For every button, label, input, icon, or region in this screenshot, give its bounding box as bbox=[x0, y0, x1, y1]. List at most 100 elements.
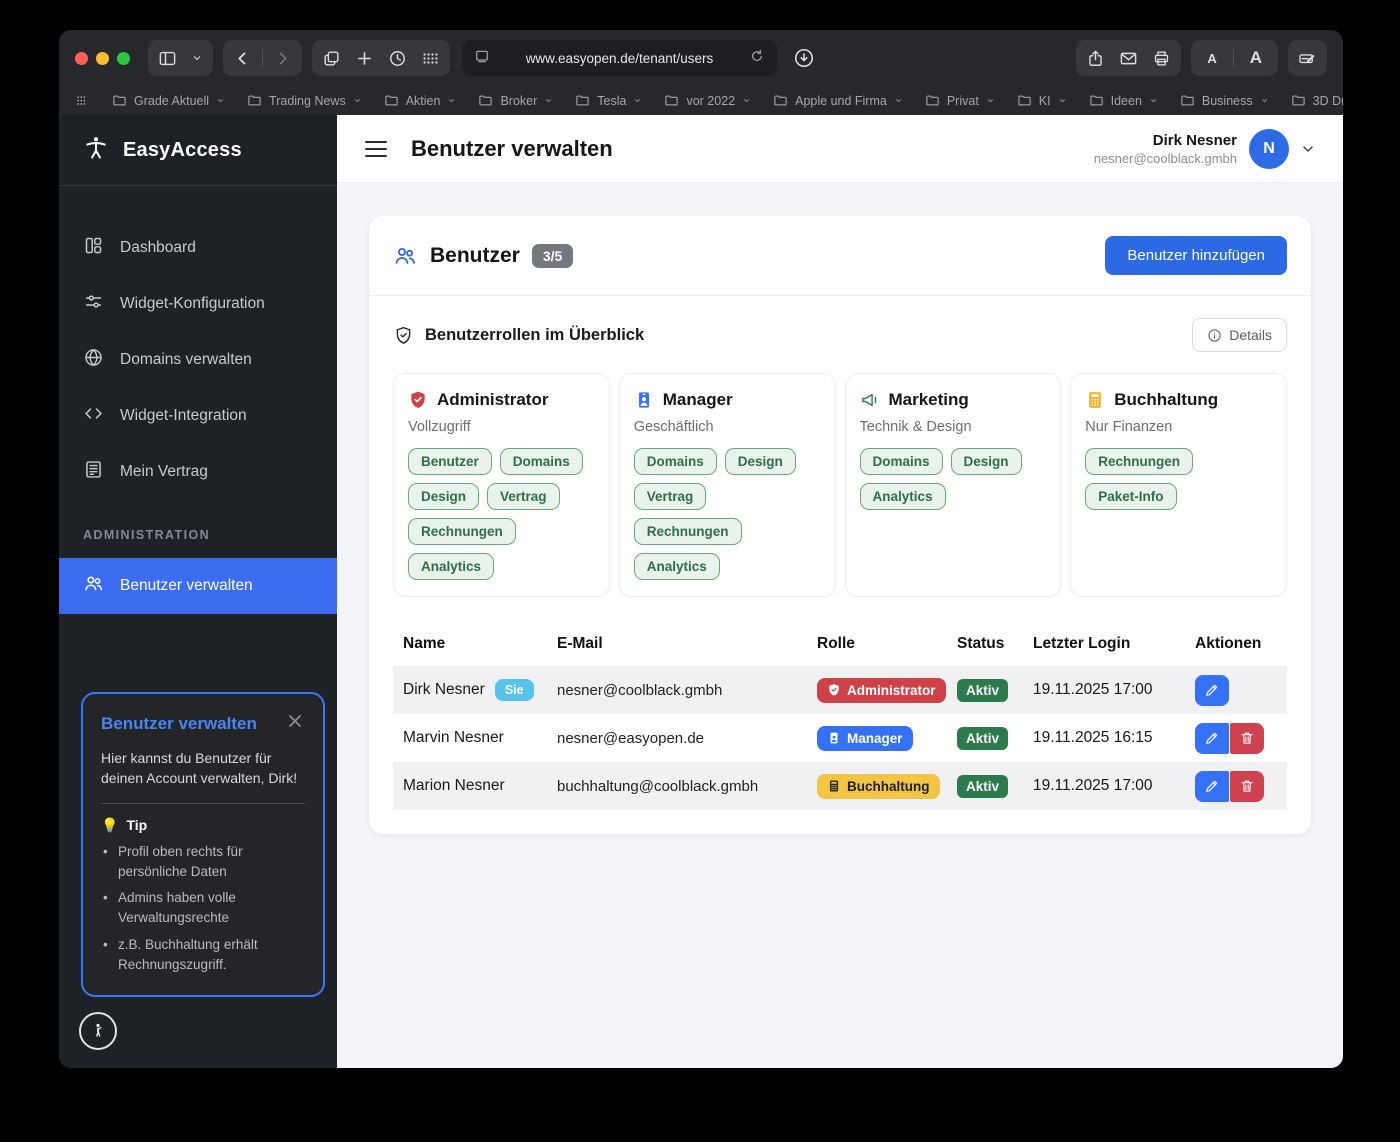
role-card-administrator: Administrator Vollzugriff Benutzer Domai… bbox=[393, 373, 610, 597]
sidebar-item-widget-integration[interactable]: Widget-Integration bbox=[59, 388, 337, 444]
permission-tag: Design bbox=[725, 448, 796, 475]
sie-badge: Sie bbox=[495, 679, 534, 701]
pencil-icon bbox=[1204, 682, 1220, 698]
bookmark-folder[interactable]: Broker bbox=[478, 93, 553, 108]
chevron-down-icon[interactable] bbox=[191, 52, 203, 64]
traffic-lights bbox=[75, 52, 130, 65]
calculator-icon bbox=[1085, 390, 1105, 410]
brand-name: EasyAccess bbox=[123, 139, 242, 162]
print-icon[interactable] bbox=[1152, 49, 1171, 68]
bookmarks-bar: Grade Aktuell Trading News Aktien Broker… bbox=[59, 86, 1343, 115]
role-badge-administrator: Administrator bbox=[817, 678, 946, 703]
browser-toolbar: www.easyopen.de/tenant/users A A bbox=[59, 30, 1343, 86]
user-email: buchhaltung@coolblack.gmbh bbox=[557, 778, 817, 795]
mail-icon[interactable] bbox=[1119, 49, 1138, 68]
page-content: Benutzer 3/5 Benutzer hinzufügen Benutze… bbox=[337, 183, 1343, 1068]
downloads-button[interactable] bbox=[787, 41, 821, 75]
add-user-button[interactable]: Benutzer hinzufügen bbox=[1105, 236, 1287, 275]
address-bar[interactable]: www.easyopen.de/tenant/users bbox=[462, 40, 777, 76]
role-badge-buchhaltung: Buchhaltung bbox=[817, 774, 940, 799]
tabs-tools-group bbox=[312, 40, 450, 76]
id-badge-icon bbox=[827, 731, 841, 745]
details-button[interactable]: Details bbox=[1192, 318, 1287, 352]
bookmark-folder[interactable]: Privat bbox=[925, 93, 995, 108]
tip-label: Tip bbox=[126, 817, 147, 833]
edit-user-button[interactable] bbox=[1195, 771, 1229, 802]
chevron-down-icon bbox=[1301, 142, 1315, 156]
sidebar-item-widget-konfiguration[interactable]: Widget-Konfiguration bbox=[59, 276, 337, 332]
status-badge: Aktiv bbox=[957, 775, 1008, 798]
reload-icon[interactable] bbox=[749, 48, 765, 69]
decrease-text-button[interactable]: A bbox=[1201, 51, 1222, 66]
permission-tag: Domains bbox=[634, 448, 717, 475]
user-email: nesner@coolblack.gmbh bbox=[557, 682, 817, 699]
divider bbox=[1233, 49, 1234, 67]
bookmark-folder[interactable]: Trading News bbox=[247, 93, 362, 108]
bookmark-folder[interactable]: vor 2022 bbox=[664, 93, 751, 108]
permission-tag: Rechnungen bbox=[1085, 448, 1193, 475]
user-menu[interactable]: Dirk Nesner nesner@coolblack.gmbh N bbox=[1094, 129, 1315, 169]
last-login: 19.11.2025 17:00 bbox=[1033, 681, 1195, 699]
delete-user-button[interactable] bbox=[1230, 771, 1264, 802]
bookmark-folder[interactable]: Ideen bbox=[1089, 93, 1158, 108]
forward-icon[interactable] bbox=[273, 49, 292, 68]
share-icon[interactable] bbox=[1086, 49, 1105, 68]
bookmark-folder[interactable]: Tesla bbox=[575, 93, 642, 108]
status-badge: Aktiv bbox=[957, 727, 1008, 750]
history-nav-group bbox=[223, 40, 302, 76]
increase-text-button[interactable]: A bbox=[1244, 48, 1268, 68]
compose-group bbox=[1288, 40, 1327, 76]
permission-tag: Analytics bbox=[860, 483, 946, 510]
sidebar-toggle-icon[interactable] bbox=[158, 49, 177, 68]
bookmark-folder[interactable]: Apple und Firma bbox=[773, 93, 903, 108]
permission-tag: Analytics bbox=[408, 553, 494, 580]
reader-icon[interactable] bbox=[474, 48, 490, 69]
url-text[interactable]: www.easyopen.de/tenant/users bbox=[500, 51, 739, 66]
edit-user-button[interactable] bbox=[1195, 723, 1229, 754]
calculator-icon bbox=[827, 779, 841, 793]
avatar[interactable]: N bbox=[1249, 129, 1289, 169]
users-table: Name E-Mail Rolle Status Letzter Login A… bbox=[369, 619, 1311, 834]
users-icon bbox=[393, 244, 417, 268]
bookmark-folder[interactable]: KI bbox=[1017, 93, 1067, 108]
sidebar-item-dashboard[interactable]: Dashboard bbox=[59, 220, 337, 276]
sidebar-section-administration: ADMINISTRATION bbox=[59, 528, 337, 558]
roles-title: Benutzerrollen im Überblick bbox=[425, 326, 644, 345]
card-title: Benutzer bbox=[430, 244, 520, 268]
table-header: Name E-Mail Rolle Status Letzter Login A… bbox=[393, 623, 1287, 666]
users-icon bbox=[83, 573, 104, 599]
history-clock-icon[interactable] bbox=[388, 49, 407, 68]
tab-overview-icon[interactable] bbox=[421, 49, 440, 68]
minimize-window-button[interactable] bbox=[96, 52, 109, 65]
copy-tabs-icon[interactable] bbox=[322, 49, 341, 68]
users-card: Benutzer 3/5 Benutzer hinzufügen Benutze… bbox=[369, 216, 1311, 834]
menu-icon[interactable] bbox=[365, 141, 387, 157]
sidebar-item-benutzer-verwalten[interactable]: Benutzer verwalten bbox=[59, 558, 337, 614]
shield-icon bbox=[408, 390, 428, 410]
permission-tag: Vertrag bbox=[487, 483, 560, 510]
info-icon bbox=[1207, 328, 1222, 343]
zoom-window-button[interactable] bbox=[117, 52, 130, 65]
contract-icon bbox=[83, 459, 104, 485]
lightbulb-icon: 💡 bbox=[101, 817, 118, 834]
sidebar-item-mein-vertrag[interactable]: Mein Vertrag bbox=[59, 444, 337, 500]
edit-user-button[interactable] bbox=[1195, 675, 1229, 706]
last-login: 19.11.2025 17:00 bbox=[1033, 777, 1195, 795]
bookmark-folder[interactable]: Business bbox=[1180, 93, 1269, 108]
favorites-grid-icon[interactable] bbox=[75, 93, 90, 108]
accessibility-widget-button[interactable] bbox=[79, 1012, 117, 1050]
close-icon[interactable] bbox=[285, 711, 305, 736]
delete-user-button[interactable] bbox=[1230, 723, 1264, 754]
sliders-icon bbox=[83, 291, 104, 317]
new-tab-icon[interactable] bbox=[355, 49, 374, 68]
role-card-manager: Manager Geschäftlich Domains Design Vert… bbox=[619, 373, 836, 597]
accessibility-icon bbox=[83, 135, 109, 166]
bookmark-folder[interactable]: 3D Drucker bbox=[1291, 93, 1343, 108]
close-window-button[interactable] bbox=[75, 52, 88, 65]
sidebar-item-domains-verwalten[interactable]: Domains verwalten bbox=[59, 332, 337, 388]
main-area: Benutzer verwalten Dirk Nesner nesner@co… bbox=[337, 115, 1343, 1068]
bookmark-folder[interactable]: Grade Aktuell bbox=[112, 93, 225, 108]
back-icon[interactable] bbox=[233, 49, 252, 68]
bookmark-folder[interactable]: Aktien bbox=[384, 93, 457, 108]
compose-icon[interactable] bbox=[1298, 49, 1317, 68]
